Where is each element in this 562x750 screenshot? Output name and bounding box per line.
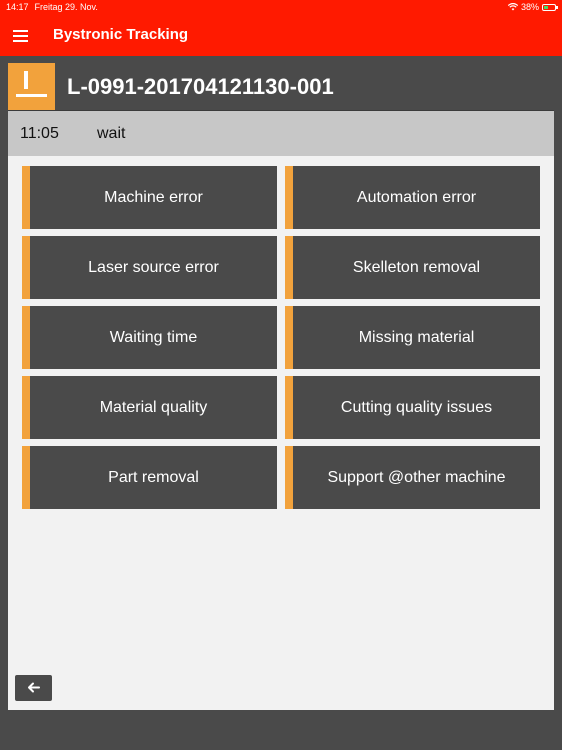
reason-button-material-quality[interactable]: Material quality	[22, 376, 277, 439]
reason-button-laser-source-error[interactable]: Laser source error	[22, 236, 277, 299]
status-date: Freitag 29. Nov.	[34, 2, 98, 12]
reason-button-machine-error[interactable]: Machine error	[22, 166, 277, 229]
reason-button-part-removal[interactable]: Part removal	[22, 446, 277, 509]
reason-button-waiting-time[interactable]: Waiting time	[22, 306, 277, 369]
reason-button-automation-error[interactable]: Automation error	[285, 166, 540, 229]
job-state: wait	[97, 125, 126, 142]
battery-percent: 38%	[520, 2, 539, 12]
status-time: 14:17	[6, 2, 29, 12]
hamburger-menu-icon[interactable]	[13, 30, 28, 42]
status-left: 14:17 Freitag 29. Nov.	[6, 0, 98, 14]
app-title: Bystronic Tracking	[53, 26, 189, 43]
job-time: 11:05	[20, 125, 59, 142]
reason-button-cutting-quality-issues[interactable]: Cutting quality issues	[285, 376, 540, 439]
status-bar: 14:17 Freitag 29. Nov. 38%	[0, 0, 562, 14]
reason-button-support-other-machine[interactable]: Support @other machine	[285, 446, 540, 509]
job-status-row: 11:05 wait	[8, 111, 554, 156]
reason-panel: Machine error Automation error Laser sou…	[8, 156, 554, 710]
job-header: L-0991-201704121130-001	[8, 63, 554, 111]
back-button[interactable]	[15, 675, 52, 701]
arrow-left-icon	[28, 682, 40, 693]
reason-button-missing-material[interactable]: Missing material	[285, 306, 540, 369]
wifi-icon	[507, 3, 518, 11]
battery-icon	[542, 3, 558, 11]
status-right: 38%	[507, 0, 558, 14]
job-id: L-0991-201704121130-001	[67, 74, 334, 99]
reason-button-skeleton-removal[interactable]: Skelleton removal	[285, 236, 540, 299]
app-bar: Bystronic Tracking	[0, 14, 562, 56]
alert-machine-icon	[8, 63, 55, 110]
